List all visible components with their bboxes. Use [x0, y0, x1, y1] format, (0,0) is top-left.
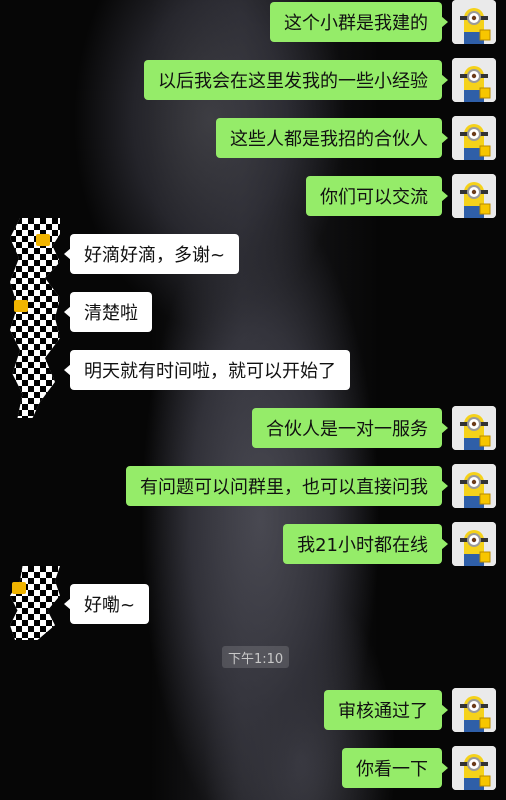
message-bubble-sent[interactable]: 有问题可以问群里，也可以直接问我 [126, 466, 448, 506]
minion-avatar-icon[interactable] [452, 116, 496, 160]
message-bubble-sent[interactable]: 这个小群是我建的 [270, 2, 448, 42]
minion-avatar-icon[interactable] [452, 406, 496, 450]
minion-avatar-icon[interactable] [452, 58, 496, 102]
minion-avatar-icon[interactable] [452, 464, 496, 508]
message-bubble-sent[interactable]: 审核通过了 [324, 690, 448, 730]
minion-avatar-icon[interactable] [452, 522, 496, 566]
message-bubble-sent[interactable]: 我21小时都在线 [283, 524, 448, 564]
message-bubble-sent[interactable]: 以后我会在这里发我的一些小经验 [144, 60, 448, 100]
message-bubble-received[interactable]: 明天就有时间啦，就可以开始了 [64, 350, 350, 390]
message-timestamp: 下午1:10 [222, 646, 290, 668]
message-bubble-sent[interactable]: 你看一下 [342, 748, 448, 788]
message-bubble-received[interactable]: 清楚啦 [64, 292, 152, 332]
message-bubble-sent[interactable]: 你们可以交流 [306, 176, 448, 216]
minion-avatar-icon[interactable] [452, 0, 496, 44]
avatar-accent [36, 234, 50, 246]
avatar-accent [12, 582, 26, 594]
message-bubble-sent[interactable]: 合伙人是一对一服务 [252, 408, 448, 448]
minion-avatar-icon[interactable] [452, 174, 496, 218]
minion-avatar-icon[interactable] [452, 746, 496, 790]
avatar-accent [14, 300, 28, 312]
message-bubble-received[interactable]: 好嘞~ [63, 584, 150, 624]
message-bubble-received[interactable]: 好滴好滴，多谢~ [63, 234, 240, 274]
minion-avatar-icon[interactable] [452, 688, 496, 732]
message-bubble-sent[interactable]: 这些人都是我招的合伙人 [216, 118, 448, 158]
